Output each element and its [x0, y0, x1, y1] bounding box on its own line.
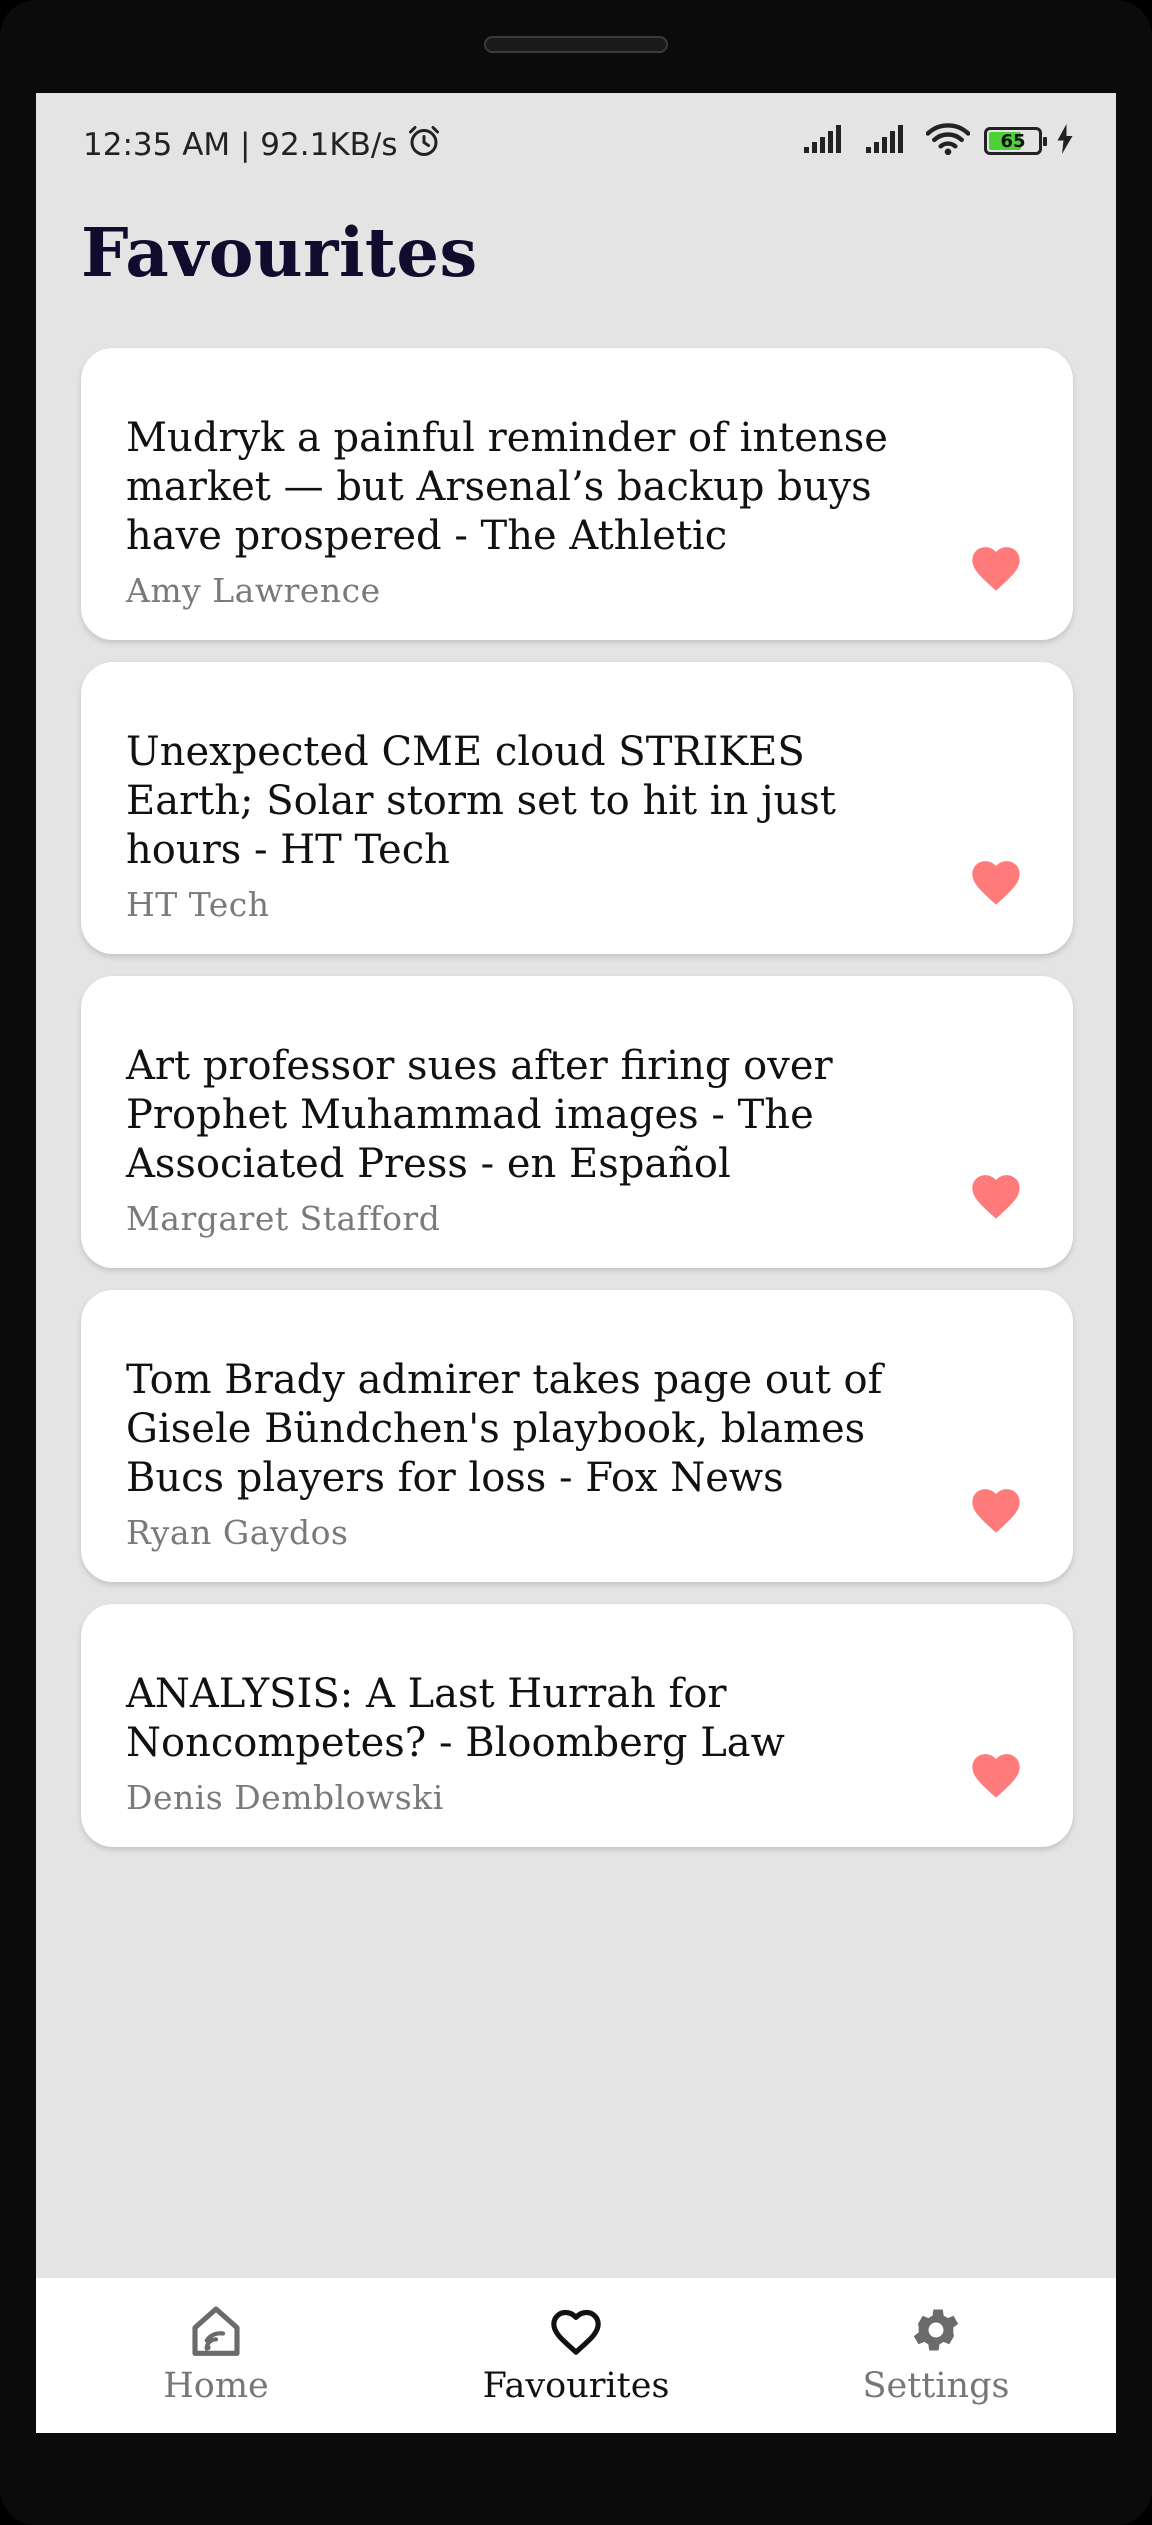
- favourite-card[interactable]: ANALYSIS: A Last Hurrah for Noncompetes?…: [81, 1604, 1073, 1847]
- status-right: 65: [802, 121, 1074, 161]
- phone-frame: 12:35 AM | 92.1KB/s 65 Favourites Mudryk…: [0, 0, 1152, 2525]
- status-bar: 12:35 AM | 92.1KB/s 65: [36, 93, 1116, 193]
- battery-icon: 65: [984, 127, 1047, 155]
- heart-outline-icon: [548, 2302, 604, 2358]
- status-time-speed: 12:35 AM | 92.1KB/s: [83, 127, 398, 163]
- card-title: ANALYSIS: A Last Hurrah for Noncompetes?…: [126, 1671, 785, 1766]
- card-author: Amy Lawrence: [126, 571, 381, 610]
- bottom-nav: Home Favourites Settings: [36, 2278, 1116, 2433]
- heart-icon: [972, 547, 1020, 591]
- favourite-card[interactable]: Unexpected CME cloud STRIKES Earth; Sola…: [81, 662, 1073, 954]
- card-title: Tom Brady admirer takes page out of Gise…: [126, 1357, 883, 1501]
- nav-label-home: Home: [163, 2366, 269, 2406]
- card-title: Unexpected CME cloud STRIKES Earth; Sola…: [126, 729, 836, 873]
- heart-icon: [972, 1489, 1020, 1533]
- wifi-icon: [925, 122, 971, 160]
- unfavourite-button[interactable]: [967, 1482, 1025, 1534]
- nav-favourites[interactable]: Favourites: [396, 2278, 756, 2433]
- status-left: 12:35 AM | 92.1KB/s: [83, 123, 442, 167]
- card-author: HT Tech: [126, 885, 270, 924]
- heart-icon: [972, 1175, 1020, 1219]
- page-title: Favourites: [81, 213, 478, 292]
- heart-icon: [972, 861, 1020, 905]
- unfavourite-button[interactable]: [967, 1747, 1025, 1799]
- unfavourite-button[interactable]: [967, 1168, 1025, 1220]
- app-screen: 12:35 AM | 92.1KB/s 65 Favourites Mudryk…: [36, 93, 1116, 2433]
- signal-icon: [864, 123, 912, 159]
- home-icon: [188, 2302, 244, 2358]
- alarm-icon: [406, 123, 442, 167]
- favourite-card[interactable]: Mudryk a painful reminder of intense mar…: [81, 348, 1073, 640]
- heart-icon: [972, 1754, 1020, 1798]
- favourites-list: Mudryk a painful reminder of intense mar…: [81, 348, 1073, 1869]
- nav-label-settings: Settings: [862, 2366, 1010, 2406]
- battery-level: 65: [1000, 130, 1026, 152]
- unfavourite-button[interactable]: [967, 540, 1025, 592]
- card-author: Ryan Gaydos: [126, 1513, 349, 1552]
- card-title: Art professor sues after firing over Pro…: [126, 1043, 833, 1187]
- nav-label-favourites: Favourites: [482, 2366, 670, 2406]
- unfavourite-button[interactable]: [967, 854, 1025, 906]
- favourite-card[interactable]: Tom Brady admirer takes page out of Gise…: [81, 1290, 1073, 1582]
- favourite-card[interactable]: Art professor sues after firing over Pro…: [81, 976, 1073, 1268]
- nav-settings[interactable]: Settings: [756, 2278, 1116, 2433]
- gear-icon: [908, 2302, 964, 2358]
- card-author: Margaret Stafford: [126, 1199, 441, 1238]
- nav-home[interactable]: Home: [36, 2278, 396, 2433]
- card-author: Denis Demblowski: [126, 1778, 444, 1817]
- card-title: Mudryk a painful reminder of intense mar…: [126, 415, 888, 559]
- charging-icon: [1056, 124, 1074, 158]
- signal-icon: [802, 123, 850, 159]
- speaker-grille: [484, 36, 668, 53]
